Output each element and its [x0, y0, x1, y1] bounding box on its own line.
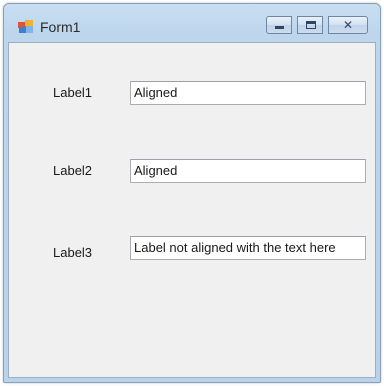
minimize-icon	[275, 26, 284, 29]
title-bar[interactable]: Form1 ✕	[4, 4, 380, 42]
form1-window: Form1 ✕ Label1 Aligned Label2 Aligned La…	[3, 3, 381, 383]
maximize-button[interactable]	[297, 16, 323, 34]
close-button[interactable]: ✕	[328, 16, 368, 34]
label3: Label3	[53, 245, 93, 260]
textbox2[interactable]: Aligned	[130, 159, 366, 183]
form-client-area: Label1 Aligned Label2 Aligned Label3 Lab…	[8, 42, 376, 378]
close-icon: ✕	[343, 18, 354, 32]
textbox1[interactable]: Aligned	[130, 81, 366, 105]
textbox3[interactable]: Label not aligned with the text here	[130, 236, 366, 260]
maximize-icon	[306, 21, 316, 29]
caption-buttons: ✕	[266, 16, 368, 36]
label1: Label1	[53, 85, 93, 100]
label2: Label2	[53, 163, 93, 178]
window-title: Form1	[40, 19, 81, 35]
minimize-button[interactable]	[266, 16, 292, 34]
app-form-icon	[18, 20, 33, 33]
